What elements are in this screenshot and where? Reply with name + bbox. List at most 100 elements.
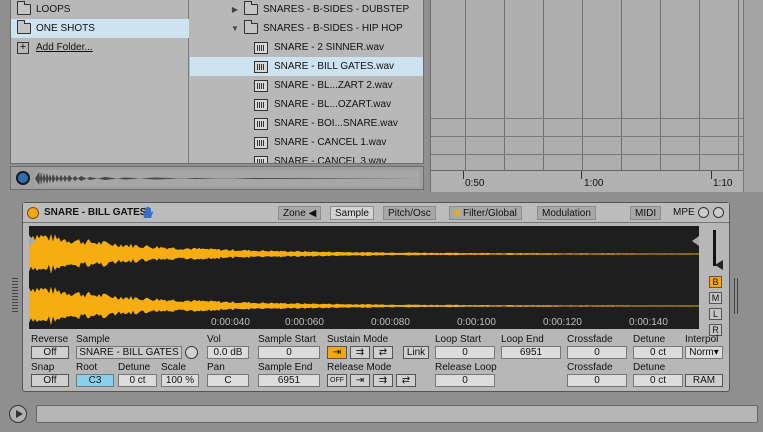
zoom-handle-icon[interactable] — [715, 260, 723, 270]
audio-file-icon — [254, 155, 268, 163]
browser-file-list: ▶ SNARES - B-SIDES - DUBSTEP ▼ SNARES - … — [190, 0, 423, 164]
loop-end-value[interactable]: 6951 — [501, 346, 561, 359]
tab-midi[interactable]: MIDI — [630, 206, 662, 220]
tab-label: MIDI — [635, 208, 657, 219]
both-channels-button[interactable]: B — [709, 276, 722, 288]
loop-start-value[interactable]: 0 — [435, 346, 495, 359]
sample-end-value[interactable]: 6951 — [258, 374, 320, 387]
sample-waveform-display[interactable]: 0:00:040 0:00:060 0:00:080 0:00:100 0:00… — [29, 226, 699, 329]
crossfade-label: Crossfade — [567, 362, 613, 373]
release-forward-button[interactable]: ⇥ — [350, 374, 370, 387]
place-loops[interactable]: LOOPS — [11, 0, 189, 19]
reverse-toggle[interactable]: Off — [31, 346, 69, 359]
expand-triangle-icon[interactable]: ▶ — [230, 5, 240, 14]
scale-value[interactable]: 100 % — [161, 374, 199, 387]
mono-button[interactable]: M — [709, 292, 722, 304]
pan-value[interactable]: C — [207, 374, 249, 387]
audio-file-icon — [254, 79, 268, 92]
release-detune-value[interactable]: 0 ct — [633, 374, 683, 387]
release-loop-button[interactable]: ⇉ — [373, 374, 393, 387]
waveform[interactable] — [29, 226, 699, 329]
add-folder-link[interactable]: + Add Folder... — [11, 38, 189, 57]
arrangement-view[interactable]: 0:50 1:00 1:10 — [430, 0, 763, 192]
arrangement-scrollbar[interactable] — [743, 0, 763, 192]
tab-label: Pitch/Osc — [388, 208, 431, 219]
release-pingpong-button[interactable]: ⇄ — [396, 374, 416, 387]
folder-icon — [244, 20, 258, 34]
file-row-selected[interactable]: SNARE - BILL GATES.wav — [190, 57, 423, 76]
sustain-loop-button[interactable]: ⇉ — [350, 346, 370, 359]
device-power-button[interactable] — [27, 207, 39, 219]
tab-mpe[interactable]: MPE — [669, 206, 699, 220]
file-row[interactable]: SNARE - BL...OZART.wav — [190, 95, 423, 114]
time-ruler[interactable]: 0:50 1:00 1:10 — [431, 170, 744, 192]
place-label: LOOPS — [36, 4, 71, 15]
device-right-grip[interactable] — [734, 278, 740, 314]
tab-filter-global[interactable]: Filter/Global — [449, 206, 522, 220]
settings-icon[interactable] — [698, 207, 709, 218]
file-label: SNARE - BILL GATES.wav — [274, 61, 395, 72]
snap-toggle[interactable]: Off — [31, 374, 69, 387]
ruler-label: 1:10 — [713, 178, 733, 189]
sustain-mode-label: Sustain Mode — [327, 334, 389, 345]
tab-modulation[interactable]: Modulation — [537, 206, 596, 220]
sample-selector[interactable]: SNARE - BILL GATES — [76, 346, 182, 359]
detune-label: Detune — [633, 334, 666, 345]
browser-panel: LOOPS ONE SHOTS + Add Folder... ▶ SNARES… — [10, 0, 424, 164]
file-label: SNARE - CANCEL 3.wav — [274, 156, 387, 164]
sample-end-marker-icon[interactable] — [692, 236, 699, 246]
hot-swap-sample-icon[interactable] — [185, 346, 198, 359]
folder-row-hip-hop[interactable]: ▼ SNARES - B-SIDES - HIP HOP — [190, 19, 423, 38]
sample-end-label: Sample End — [258, 362, 313, 373]
waveform-channel — [29, 233, 699, 275]
tab-sample[interactable]: Sample — [330, 206, 374, 220]
interpol-label: Interpol — [685, 334, 719, 345]
link-button[interactable]: Link — [403, 346, 429, 359]
vol-value[interactable]: 0.0 dB — [207, 346, 249, 359]
loop-detune-value[interactable]: 0 ct — [633, 346, 683, 359]
timeline-label: 0:00:060 — [285, 317, 324, 328]
device-resize-grip[interactable] — [12, 278, 18, 314]
file-row[interactable]: SNARE - BL...ZART 2.wav — [190, 76, 423, 95]
collapse-triangle-icon[interactable]: ▼ — [230, 24, 240, 33]
release-off-button[interactable]: OFF — [327, 374, 347, 387]
place-label: ONE SHOTS — [36, 23, 95, 34]
root-value[interactable]: C3 — [76, 374, 114, 387]
release-loop-value[interactable]: 0 — [435, 374, 495, 387]
ruler-label: 0:50 — [465, 178, 485, 189]
file-row[interactable]: SNARE - CANCEL 3.wav — [190, 152, 423, 164]
sustain-pingpong-button[interactable]: ⇄ — [373, 346, 393, 359]
add-folder-label: Add Folder... — [36, 42, 93, 53]
file-row[interactable]: SNARE - BOI...SNARE.wav — [190, 114, 423, 133]
file-label: SNARE - CANCEL 1.wav — [274, 137, 387, 148]
file-label: SNARES - B-SIDES - DUBSTEP — [263, 4, 410, 15]
folder-row-dubstep[interactable]: ▶ SNARES - B-SIDES - DUBSTEP — [190, 0, 423, 19]
preview-waveform[interactable] — [35, 170, 419, 187]
plus-icon: + — [17, 41, 29, 54]
detune-value[interactable]: 0 ct — [118, 374, 157, 387]
audio-file-icon — [254, 117, 268, 130]
sustain-forward-button[interactable]: ⇥ — [327, 346, 347, 359]
file-row[interactable]: SNARE - 2 SINNER.wav — [190, 38, 423, 57]
play-icon[interactable] — [9, 405, 27, 423]
place-one-shots[interactable]: ONE SHOTS — [11, 19, 189, 38]
release-crossfade-value[interactable]: 0 — [567, 374, 627, 387]
file-label: SNARE - BL...OZART.wav — [274, 99, 392, 110]
sample-start-value[interactable]: 0 — [258, 346, 320, 359]
save-preset-icon[interactable] — [713, 207, 724, 218]
interpolation-select[interactable]: Norm▾ — [685, 346, 723, 359]
file-row[interactable]: SNARE - CANCEL 1.wav — [190, 133, 423, 152]
crossfade-value[interactable]: 0 — [567, 346, 627, 359]
preview-headphones-icon[interactable] — [16, 171, 30, 185]
scale-label: Scale — [161, 362, 187, 373]
sample-start-marker-icon[interactable] — [29, 236, 36, 246]
hand-icon[interactable] — [141, 206, 153, 219]
waveform-channel — [29, 286, 699, 326]
file-label: SNARE - BOI...SNARE.wav — [274, 118, 398, 129]
left-channel-button[interactable]: L — [709, 308, 722, 320]
tab-zone[interactable]: Zone ◀ — [278, 206, 322, 220]
device-title-bar[interactable]: SNARE - BILL GATES Zone ◀ Sample Pitch/O… — [23, 203, 729, 223]
ram-button[interactable]: RAM — [685, 374, 723, 387]
tab-pitch-osc[interactable]: Pitch/Osc — [383, 206, 436, 220]
vol-label: Vol — [207, 334, 221, 345]
